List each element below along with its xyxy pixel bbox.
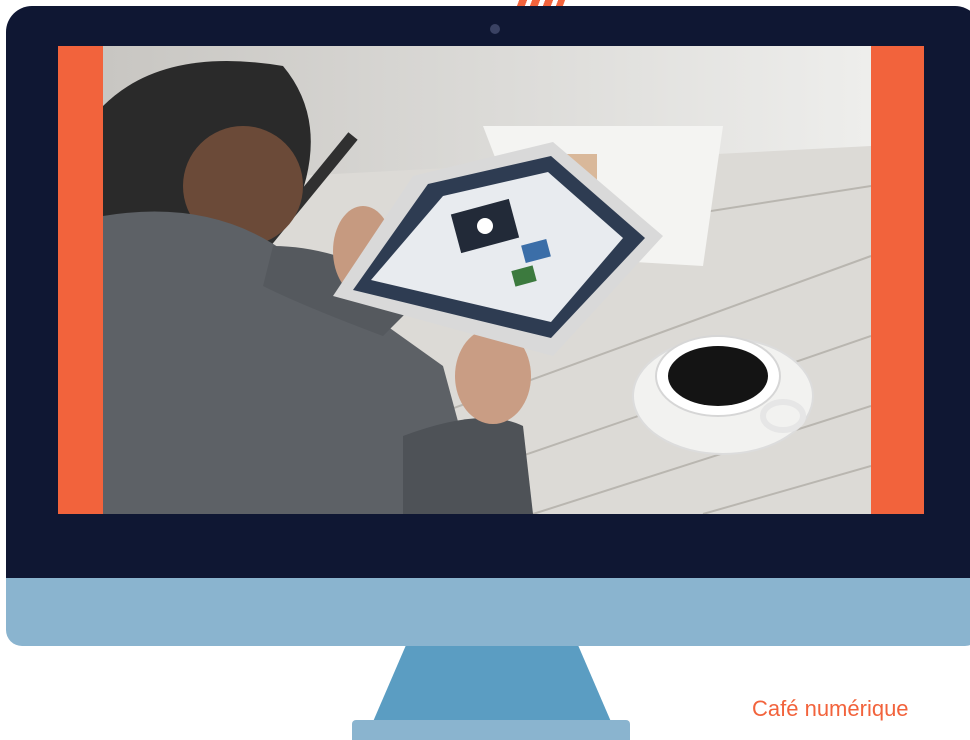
monitor-stand — [372, 646, 612, 724]
caption-text: Café numérique — [752, 696, 909, 721]
tablet-photo — [103, 46, 871, 514]
camera-icon — [490, 24, 500, 34]
monitor-base — [352, 720, 630, 740]
monitor-chin — [6, 578, 970, 646]
coffee-cup — [632, 335, 814, 455]
photo-illustration — [103, 46, 871, 514]
